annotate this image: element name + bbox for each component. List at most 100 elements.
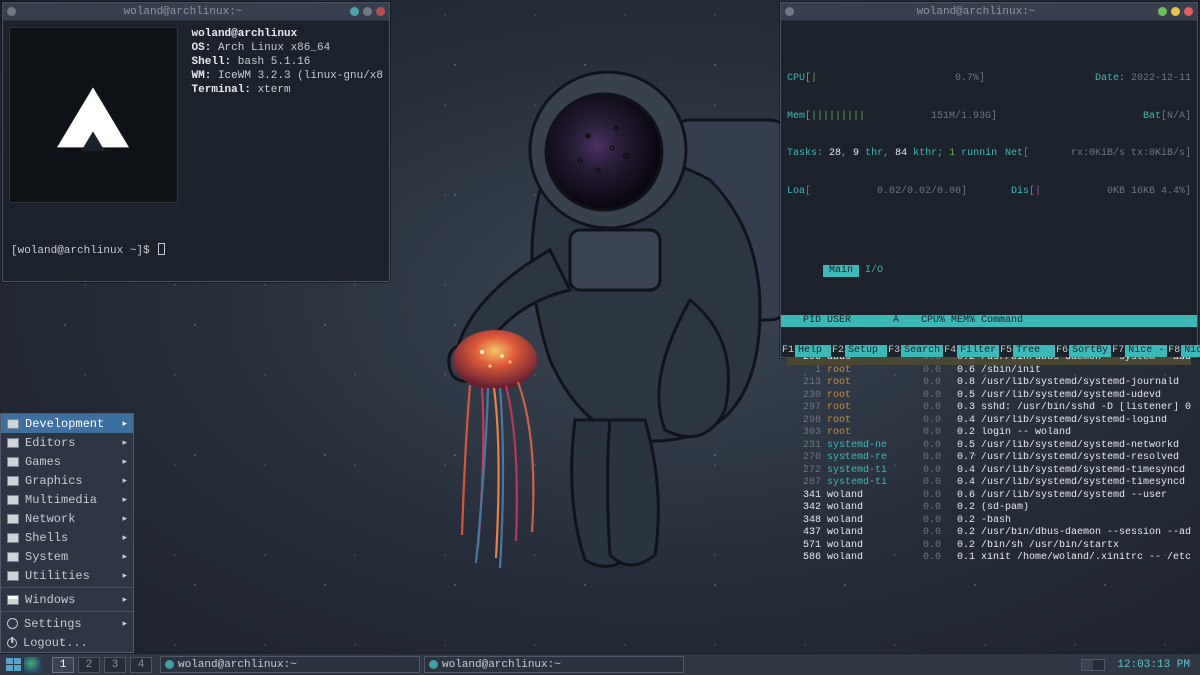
terminal-window-neofetch[interactable]: woland@archlinux:~ woland@archlinux OS: …	[2, 2, 390, 282]
taskbar-window-button[interactable]: woland@archlinux:~	[424, 656, 684, 673]
fkey[interactable]: F3	[887, 345, 901, 358]
menu-label: Development	[25, 417, 104, 431]
tab-io[interactable]: I/O	[859, 265, 889, 278]
menu-label: System	[25, 550, 68, 564]
task-list: woland@archlinux:~ woland@archlinux:~	[160, 656, 684, 673]
menu-label: Settings	[24, 617, 82, 631]
window-close-icon[interactable]	[376, 7, 385, 16]
process-row[interactable]: 342 woland 0.0 0.2 (sd-pam)	[787, 502, 1191, 515]
process-row[interactable]: 303 root 0.0 0.2 login -- woland	[787, 427, 1191, 440]
fkey-label[interactable]: Help	[795, 345, 831, 358]
process-row[interactable]: 586 woland 0.0 0.1 xinit /home/woland/.x…	[787, 552, 1191, 565]
menu-item[interactable]: Network▸	[1, 509, 133, 528]
chevron-right-icon: ▸	[122, 571, 127, 581]
folder-icon	[7, 571, 19, 581]
window-close-icon[interactable]	[1184, 7, 1193, 16]
menu-label: Graphics	[25, 474, 83, 488]
process-row[interactable]: 341 woland 0.0 0.6 /usr/lib/systemd/syst…	[787, 490, 1191, 503]
menu-item-logout[interactable]: Logout...	[1, 633, 133, 652]
process-row[interactable]: 287 systemd-ti 0.0 0.4 /usr/lib/systemd/…	[787, 477, 1191, 490]
fkey-label[interactable]: Filter	[957, 345, 999, 358]
chevron-right-icon: ▸	[122, 619, 127, 629]
fkey[interactable]: F8	[1167, 345, 1181, 358]
process-row[interactable]: 571 woland 0.0 0.2 /bin/sh /usr/bin/star…	[787, 540, 1191, 553]
workspace-pager[interactable]: 1234	[52, 657, 152, 673]
app-launcher-icon[interactable]	[4, 657, 22, 673]
folder-icon	[7, 552, 19, 562]
fkey[interactable]: F6	[1055, 345, 1069, 358]
gear-icon	[7, 618, 18, 629]
window-min-icon[interactable]	[785, 7, 794, 16]
window-title: woland@archlinux:~	[20, 6, 346, 18]
start-menu[interactable]: Development▸Editors▸Games▸Graphics▸Multi…	[0, 413, 134, 653]
folder-icon	[7, 419, 19, 429]
menu-item[interactable]: Games▸	[1, 452, 133, 471]
fkey-label[interactable]: Nice +	[1181, 345, 1200, 358]
folder-icon	[7, 476, 19, 486]
fkey-label[interactable]: Setup	[845, 345, 887, 358]
workspace-button[interactable]: 2	[78, 657, 100, 673]
folder-icon	[7, 495, 19, 505]
fkey[interactable]: F4	[943, 345, 957, 358]
window-btn-icon[interactable]	[350, 7, 359, 16]
fkey-label[interactable]: Search	[901, 345, 943, 358]
fkey-label[interactable]: Nice -	[1125, 345, 1167, 358]
workspace-button[interactable]: 1	[52, 657, 74, 673]
menu-item[interactable]: Utilities ▸	[1, 566, 133, 585]
fkey[interactable]: F5	[999, 345, 1013, 358]
workspace-button[interactable]: 4	[130, 657, 152, 673]
process-row[interactable]: 348 woland 0.0 0.2 -bash	[787, 515, 1191, 528]
process-row[interactable]: 272 systemd-ti 0.0 0.4 /usr/lib/systemd/…	[787, 465, 1191, 478]
fkey[interactable]: F7	[1111, 345, 1125, 358]
process-row[interactable]: 1 root 0.0 0.6 /sbin/init	[787, 365, 1191, 378]
process-row[interactable]: 298 root 0.0 0.4 /usr/lib/systemd/system…	[787, 415, 1191, 428]
process-row[interactable]: 230 root 0.0 0.5 /usr/lib/systemd/system…	[787, 390, 1191, 403]
task-label: woland@archlinux:~	[442, 659, 561, 671]
terminal-window-htop[interactable]: woland@archlinux:~ CPU[| 0.7%] Date: 202…	[780, 2, 1198, 358]
power-icon	[7, 638, 17, 648]
window-btn-icon[interactable]	[1158, 7, 1167, 16]
process-row[interactable]: 231 systemd-ne 0.0 0.5 /usr/lib/systemd/…	[787, 440, 1191, 453]
tab-main[interactable]: Main	[823, 265, 859, 278]
workspace-button[interactable]: 3	[104, 657, 126, 673]
menu-item[interactable]: Shells▸	[1, 528, 133, 547]
tray-icon[interactable]	[1081, 659, 1105, 671]
terminal-body[interactable]: woland@archlinux OS: Arch Linux x86_64 S…	[3, 21, 389, 281]
titlebar[interactable]: woland@archlinux:~	[781, 3, 1197, 21]
process-row[interactable]: 270 systemd-re 0.0 0.7 /usr/lib/systemd/…	[787, 452, 1191, 465]
process-row[interactable]: 213 root 0.0 0.8 /usr/lib/systemd/system…	[787, 377, 1191, 390]
fkey-label[interactable]: SortBy	[1069, 345, 1111, 358]
fkey[interactable]: F1	[781, 345, 795, 358]
window-btn-icon[interactable]	[1171, 7, 1180, 16]
taskbar-window-button[interactable]: woland@archlinux:~	[160, 656, 420, 673]
menu-item[interactable]: Editors▸	[1, 433, 133, 452]
menu-item-windows[interactable]: Windows▸	[1, 590, 133, 609]
menu-label: Multimedia	[25, 493, 97, 507]
menu-item-settings[interactable]: Settings ▸	[1, 614, 133, 633]
chevron-right-icon: ▸	[122, 438, 127, 448]
htop-body[interactable]: CPU[| 0.7%] Date: 2022-12-11 Mem[|||||||…	[781, 21, 1197, 357]
taskbar[interactable]: 1234 woland@archlinux:~woland@archlinux:…	[0, 653, 1200, 675]
fkey-label[interactable]: Tree	[1013, 345, 1055, 358]
shell-prompt[interactable]: [woland@archlinux ~]$	[11, 243, 165, 257]
window-min-icon[interactable]	[7, 7, 16, 16]
htop-tabs[interactable]: MainI/O	[781, 248, 1197, 290]
process-row[interactable]: 437 woland 0.0 0.2 /usr/bin/dbus-daemon …	[787, 527, 1191, 540]
titlebar[interactable]: woland@archlinux:~	[3, 3, 389, 21]
menu-item[interactable]: Development▸	[1, 414, 133, 433]
window-btn-icon[interactable]	[363, 7, 372, 16]
fkey[interactable]: F2	[831, 345, 845, 358]
arch-logo	[9, 27, 178, 203]
menu-item[interactable]: Multimedia▸	[1, 490, 133, 509]
htop-process-list[interactable]: 296 dbus 0.0 0.2 /usr/bin/dbus-daemon --…	[781, 352, 1197, 565]
menu-item[interactable]: Graphics▸	[1, 471, 133, 490]
chevron-right-icon: ▸	[122, 457, 127, 467]
windows-icon	[7, 595, 19, 605]
htop-function-bar[interactable]: F1Help F2Setup F3SearchF4FilterF5Tree F6…	[781, 345, 1197, 358]
menu-item[interactable]: System▸	[1, 547, 133, 566]
htop-columns[interactable]: PID USER A CPU% MEM% Command	[781, 315, 1197, 328]
menu-label: Utilities	[25, 569, 90, 583]
process-row[interactable]: 297 root 0.0 0.3 sshd: /usr/bin/sshd -D …	[787, 402, 1191, 415]
taskbar-clock[interactable]: 12:03:13 PM	[1111, 659, 1196, 671]
show-desktop-icon[interactable]	[24, 657, 42, 673]
